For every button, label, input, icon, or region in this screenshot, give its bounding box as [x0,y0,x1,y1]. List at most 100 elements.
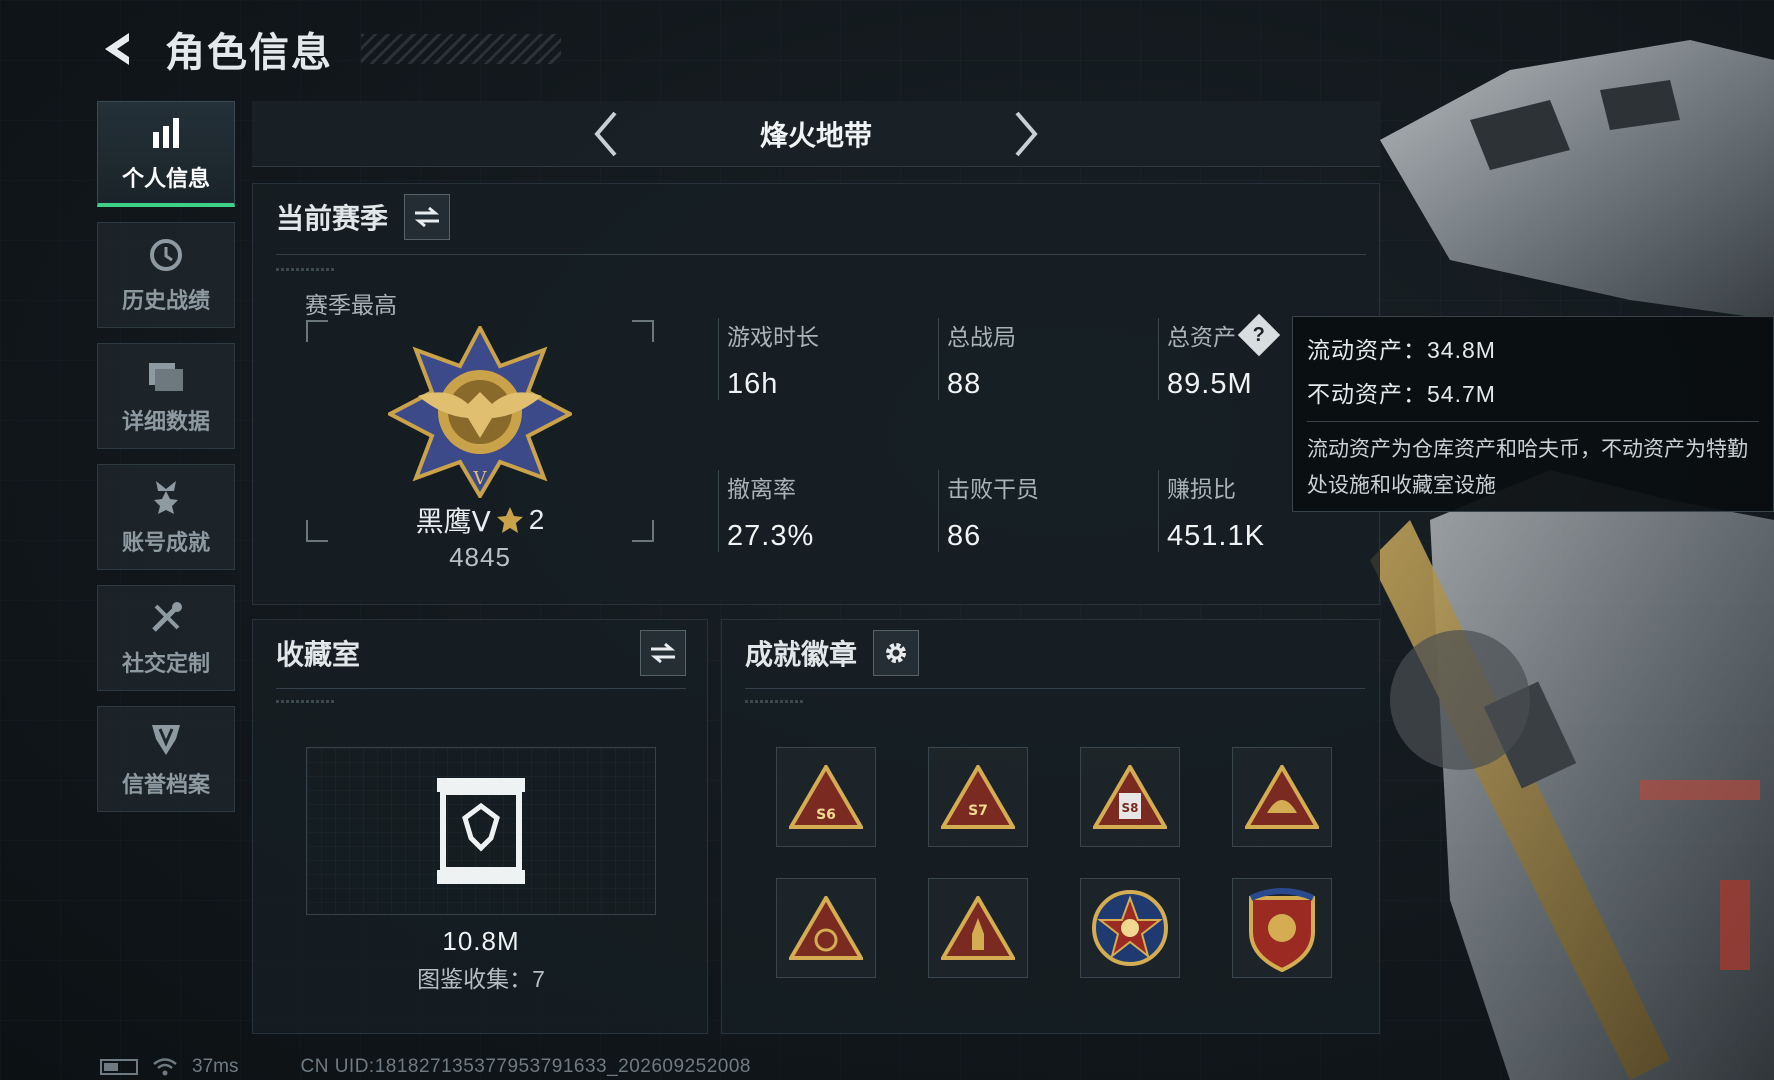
frame-corner [306,320,328,342]
tooltip-divider [1307,421,1759,422]
stat-value: 88 [947,368,982,400]
sidebar-item-label: 信誉档案 [121,772,210,797]
badge-rocket[interactable] [928,878,1028,978]
display-case-icon [437,778,525,884]
gear-icon [886,643,907,663]
badge-wings-shield[interactable] [1232,878,1332,978]
tooltip-liquid-assets: 流动资产：34.8M [1307,337,1496,363]
stat-extraction-rate: 撤离率 27.3% [718,470,918,552]
sidebar-item-label: 个人信息 [121,165,210,191]
star-badge-icon [1092,890,1168,966]
tooltip-fixed-assets: 不动资产：54.7M [1307,381,1496,407]
stat-label: 赚损比 [1167,476,1236,502]
stat-label-row: 总资产 ? [1167,313,1288,357]
switch-season-button[interactable] [404,194,451,240]
triangle-badge-icon [789,896,863,960]
triangle-badge-icon: S6 [789,765,863,829]
clock-icon [146,235,186,275]
tools-icon [146,598,186,638]
sidebar-item-details[interactable]: 详细数据 [97,343,235,449]
decoration-dash [276,700,336,703]
battery-icon [100,1059,138,1075]
page-title: 角色信息 [165,31,333,75]
rank-name-row: 黑鹰Ⅴ 2 [360,500,600,540]
badge-s6[interactable]: S6 [776,747,876,847]
prev-mode-button[interactable] [586,109,626,159]
triangle-badge-icon [1245,765,1319,829]
back-button[interactable] [95,25,143,73]
stat-value: 89.5M [1167,368,1253,400]
badge-s8[interactable]: S8 [1080,747,1180,847]
badge-skull-star[interactable] [1080,878,1180,978]
chevron-right-icon [1015,111,1038,156]
folder-icon [146,356,186,396]
stat-value: 16h [727,368,779,400]
rank-stars: 2 [528,504,545,535]
back-arrow-icon [105,33,129,65]
triangle-badge-icon: S8 [1093,765,1167,829]
collection-display[interactable] [306,747,656,915]
rank-name: 黑鹰Ⅴ [415,506,491,537]
help-icon[interactable]: ? [1237,313,1281,357]
decoration-dash [745,700,805,703]
season-best-label: 赛季最高 [305,292,397,318]
badge-s7[interactable]: S7 [928,747,1028,847]
sidebar-item-credit[interactable]: 信誉档案 [97,706,235,812]
mode-switcher: 烽火地带 [252,101,1380,167]
shield-badge-icon [1249,888,1315,972]
sidebar-item-social[interactable]: 社交定制 [97,585,235,691]
sidebar-item-label: 详细数据 [121,409,210,434]
shield-icon [146,719,186,759]
wifi-icon [153,1058,177,1076]
badges-title: 成就徽章 [745,639,858,670]
svg-text:S7: S7 [968,803,988,819]
rank-emblem-icon: V [388,326,572,498]
divider [276,688,686,689]
stat-value: 27.3% [727,520,815,552]
medal-icon [146,477,186,517]
stat-label: 击败干员 [947,476,1039,502]
chevron-left-icon [594,111,617,156]
rank-score: 4845 [449,542,511,572]
switch-collection-button[interactable] [640,630,686,676]
title-decoration [361,34,561,64]
uid-text: CN UID:1818271353779537916​33_2026092520… [300,1056,751,1077]
sidebar-item-history[interactable]: 历史战绩 [97,222,235,328]
decoration-dash [276,268,336,271]
swap-icon [414,206,440,228]
divider [276,254,1366,255]
frame-corner [632,520,654,542]
star-icon [496,507,523,533]
stat-label: 总战局 [947,324,1016,350]
ping-text: 37ms [192,1056,239,1077]
sidebar-item-achievements[interactable]: 账号成就 [97,464,235,570]
stat-play-time: 游戏时长 16h [718,318,918,400]
collection-title: 收藏室 [276,639,361,670]
swap-icon [650,642,676,664]
stat-value: 451.1K [1167,520,1265,552]
sidebar-item-label: 账号成就 [121,530,210,555]
svg-text:S6: S6 [816,807,836,823]
bar-chart-icon [146,113,186,153]
badge-settings-button[interactable] [873,630,920,676]
stat-operators-defeated: 击败干员 86 [938,470,1138,552]
frame-corner [632,320,654,342]
badge-helmet[interactable] [1232,747,1332,847]
stat-total-assets: 总资产 ? 89.5M [1158,313,1288,400]
season-title: 当前赛季 [276,203,389,234]
mode-name: 烽火地带 [759,119,872,151]
svg-text:S8: S8 [1122,801,1139,815]
svg-text:V: V [473,468,488,489]
collection-count: 图鉴收集：7 [417,966,545,992]
triangle-badge-icon: S7 [941,765,1015,829]
badge-emblem[interactable] [776,878,876,978]
stat-profit-ratio: 赚损比 451.1K [1158,470,1288,552]
sidebar: 个人信息 历史战绩 详细数据 账号成就 社交定制 信誉档案 [97,101,235,812]
tooltip-description: 流动资产为仓库资产和哈夫币，不动资产为特勤处设施和收藏室设施 [1307,438,1748,497]
triangle-badge-icon [941,896,1015,960]
frame-corner [306,520,328,542]
next-mode-button[interactable] [1006,109,1046,159]
status-bar: 37ms CN UID:1818271353779537916​33_20260… [100,1056,751,1078]
stat-value: 86 [947,520,982,552]
sidebar-item-profile[interactable]: 个人信息 [97,101,235,207]
